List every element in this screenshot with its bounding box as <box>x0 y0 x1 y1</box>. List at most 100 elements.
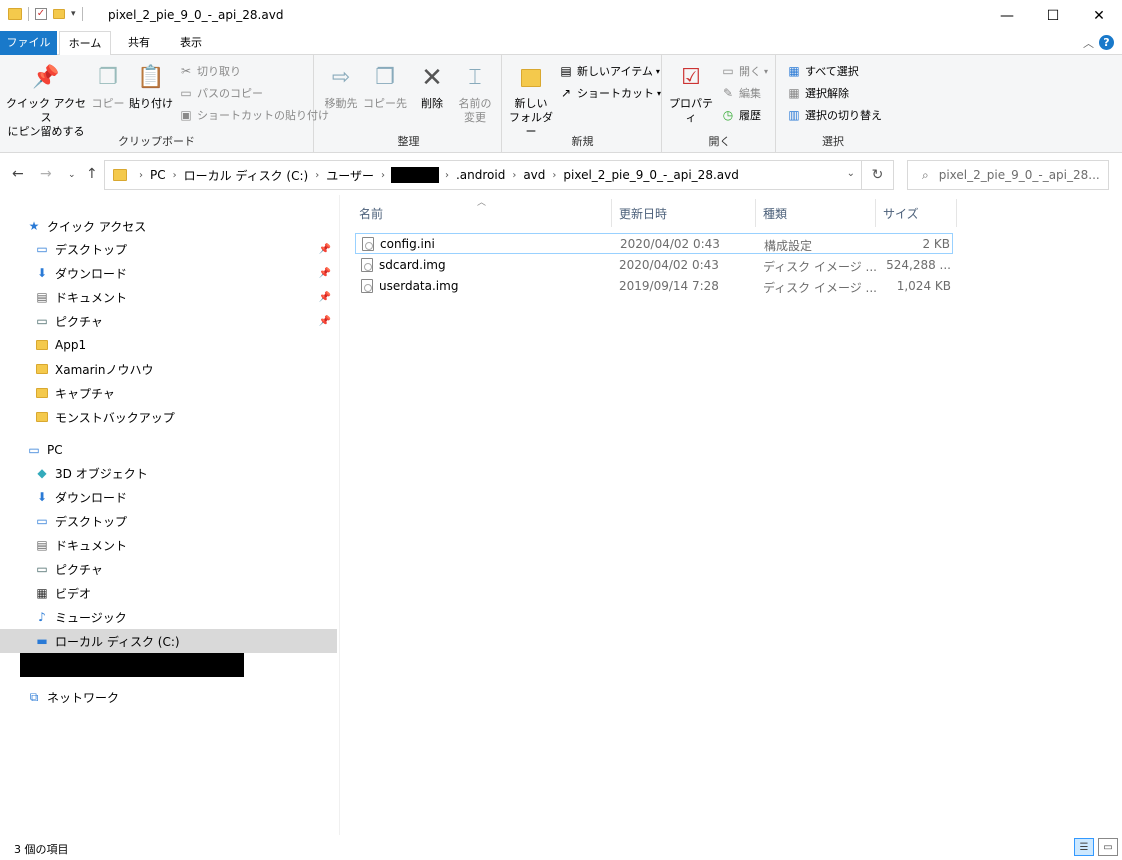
column-header-size[interactable]: サイズ <box>877 199 957 227</box>
window-title: pixel_2_pie_9_0_-_api_28.avd <box>108 8 284 22</box>
cut-button[interactable]: ✂ 切り取り <box>178 63 241 79</box>
pin-icon[interactable]: 📌 <box>319 244 331 255</box>
paste-shortcut-label: ショートカットの貼り付け <box>197 109 329 122</box>
select-all-icon: ▦ <box>788 64 800 78</box>
tab-file[interactable]: ファイル <box>0 31 57 55</box>
sidebar-item-quick-access[interactable]: ★ クイック アクセス <box>0 214 337 238</box>
table-row[interactable]: userdata.img 2019/09/14 7:28 ディスク イメージ .… <box>355 276 953 297</box>
sidebar-item-desktop[interactable]: ▭ デスクトップ 📌 <box>0 237 337 261</box>
details-view-button[interactable]: ☰ <box>1074 838 1094 856</box>
rename-button[interactable]: ⌶ 名前の 変更 <box>454 63 496 125</box>
sidebar-item-pc[interactable]: ▭ PC <box>0 438 337 462</box>
search-input[interactable]: ⌕ pixel_2_pie_9_0_-_api_28... <box>907 160 1109 190</box>
sidebar-item-pc-desktop[interactable]: ▭ デスクトップ <box>0 509 337 533</box>
sidebar-label: クイック アクセス <box>47 219 147 234</box>
sidebar-item-documents[interactable]: ▤ ドキュメント 📌 <box>0 285 337 309</box>
close-button[interactable]: ✕ <box>1076 0 1122 31</box>
select-all-button[interactable]: ▦ すべて選択 <box>786 63 858 79</box>
help-icon[interactable]: ? <box>1099 35 1114 50</box>
details-view-icon: ☰ <box>1079 841 1089 853</box>
sidebar-item-pictures[interactable]: ▭ ピクチャ 📌 <box>0 309 337 333</box>
new-folder-button[interactable]: 新しい フォルダー <box>506 63 556 139</box>
ribbon-collapse-icon[interactable]: ︿ <box>1083 35 1094 51</box>
back-arrow-icon[interactable]: ← <box>12 166 24 182</box>
move-to-button[interactable]: ⇨ 移動先 <box>320 63 362 111</box>
open-label: 開く <box>739 65 761 78</box>
forward-arrow-icon[interactable]: → <box>40 166 52 182</box>
sidebar-item-capture[interactable]: キャプチャ <box>0 381 337 405</box>
item-count: 3 個の項目 <box>14 843 69 856</box>
up-arrow-icon[interactable]: ↑ <box>86 166 98 182</box>
tab-view[interactable]: 表示 <box>168 31 214 55</box>
select-none-button[interactable]: ▦ 選択解除 <box>786 85 849 101</box>
breadcrumb-avd[interactable]: avd <box>516 168 552 182</box>
tab-share[interactable]: 共有 <box>116 31 162 55</box>
column-header-name[interactable]: 名前 <box>353 199 612 227</box>
breadcrumb-current[interactable]: pixel_2_pie_9_0_-_api_28.avd <box>556 168 745 182</box>
sidebar-label: ミュージック <box>55 610 127 625</box>
new-item-label: 新しいアイテム <box>577 65 653 78</box>
sidebar-item-local-disk[interactable]: ▬ ローカル ディスク (C:) <box>0 629 337 653</box>
new-folder-quick-icon[interactable] <box>53 9 65 19</box>
pin-icon[interactable]: 📌 <box>319 316 331 327</box>
sidebar-item-downloads[interactable]: ⬇ ダウンロード 📌 <box>0 261 337 285</box>
paste-shortcut-button[interactable]: ▣ ショートカットの貼り付け <box>178 107 329 123</box>
paste-button[interactable]: 📋 貼り付け <box>128 63 174 111</box>
sidebar-label: デスクトップ <box>55 242 128 257</box>
edit-label: 編集 <box>739 87 761 100</box>
sidebar-label: デスクトップ <box>55 514 128 529</box>
history-button[interactable]: ◷ 履歴 <box>720 107 761 123</box>
minimize-button[interactable]: — <box>984 0 1030 31</box>
sidebar-item-videos[interactable]: ▦ ビデオ <box>0 581 337 605</box>
delete-button[interactable]: ✕ 削除 <box>414 63 450 111</box>
copy-path-button[interactable]: ▭ パスのコピー <box>178 85 263 101</box>
copy-path-label: パスのコピー <box>197 87 263 100</box>
pin-label-1: クイック アクセス <box>6 97 86 124</box>
sidebar-item-pc-pictures[interactable]: ▭ ピクチャ <box>0 557 337 581</box>
recent-locations-icon[interactable]: ⌄ <box>68 170 76 180</box>
column-header-date[interactable]: 更新日時 <box>613 199 756 227</box>
table-row[interactable]: config.ini 2020/04/02 0:43 構成設定 2 KB <box>355 233 953 254</box>
column-header-type[interactable]: 種類 <box>757 199 876 227</box>
properties-label: プロパティ <box>669 97 713 124</box>
breadcrumb-users[interactable]: ユーザー <box>319 167 381 184</box>
sidebar-item-monst-backup[interactable]: モンストバックアップ <box>0 405 337 429</box>
maximize-button[interactable]: ☐ <box>1030 0 1076 31</box>
sidebar-item-xamarin[interactable]: Xamarinノウハウ <box>0 357 337 381</box>
breadcrumb-local-disk[interactable]: ローカル ディスク (C:) <box>177 167 316 184</box>
pin-icon[interactable]: 📌 <box>319 292 331 303</box>
navigation-pane: ★ クイック アクセス ▭ デスクトップ 📌 ⬇ ダウンロード 📌 ▤ ドキュメント 📌 ▭ ピ… <box>0 195 340 835</box>
breadcrumb-pc[interactable]: PC <box>143 168 173 182</box>
sidebar-item-pc-downloads[interactable]: ⬇ ダウンロード <box>0 485 337 509</box>
table-row[interactable]: sdcard.img 2020/04/02 0:43 ディスク イメージ ...… <box>355 255 953 276</box>
chevron-down-icon: ▾ <box>764 66 769 76</box>
sidebar-item-music[interactable]: ♪ ミュージック <box>0 605 337 629</box>
file-name: userdata.img <box>379 279 459 293</box>
copy-to-button[interactable]: ❐ コピー先 <box>362 63 408 111</box>
properties-button[interactable]: ☑ プロパティ <box>666 63 716 125</box>
copy-button[interactable]: ❐ コピー <box>90 63 126 111</box>
edit-button[interactable]: ✎ 編集 <box>720 85 761 101</box>
sidebar-item-3d-objects[interactable]: ◆ 3D オブジェクト <box>0 461 337 485</box>
new-item-button[interactable]: ▤ 新しいアイテム ▾ <box>558 63 660 79</box>
sidebar-item-app1[interactable]: App1 <box>0 333 337 357</box>
properties-quick-icon[interactable]: ✓ <box>35 8 47 20</box>
chevron-right-icon[interactable]: › <box>381 170 385 181</box>
breadcrumb-android[interactable]: .android <box>449 168 512 182</box>
sidebar-item-network[interactable]: ⧉ ネットワーク <box>0 685 337 709</box>
large-icons-view-button[interactable]: ▭ <box>1098 838 1118 856</box>
customize-toolbar-icon[interactable]: ▾ <box>71 9 76 19</box>
shortcut-button[interactable]: ↗ ショートカット ▾ <box>558 85 661 101</box>
file-name: config.ini <box>380 237 435 251</box>
pin-quick-access-button[interactable]: 📌 クイック アクセス にピン留めする <box>6 63 86 139</box>
pin-icon[interactable]: 📌 <box>319 268 331 279</box>
chevron-down-icon: ▾ <box>657 88 662 98</box>
refresh-button[interactable]: ↻ <box>862 160 894 190</box>
invert-selection-button[interactable]: ▥ 選択の切り替え <box>786 107 882 123</box>
chevron-down-icon[interactable]: ⌄ <box>847 168 855 179</box>
open-button[interactable]: ▭ 開く ▾ <box>720 63 768 79</box>
tab-home[interactable]: ホーム <box>59 31 111 56</box>
breadcrumb[interactable]: › PC › ローカル ディスク (C:) › ユーザー › › .androi… <box>104 160 862 190</box>
sidebar-item-pc-documents[interactable]: ▤ ドキュメント <box>0 533 337 557</box>
rename-label-1: 名前の <box>458 97 492 110</box>
